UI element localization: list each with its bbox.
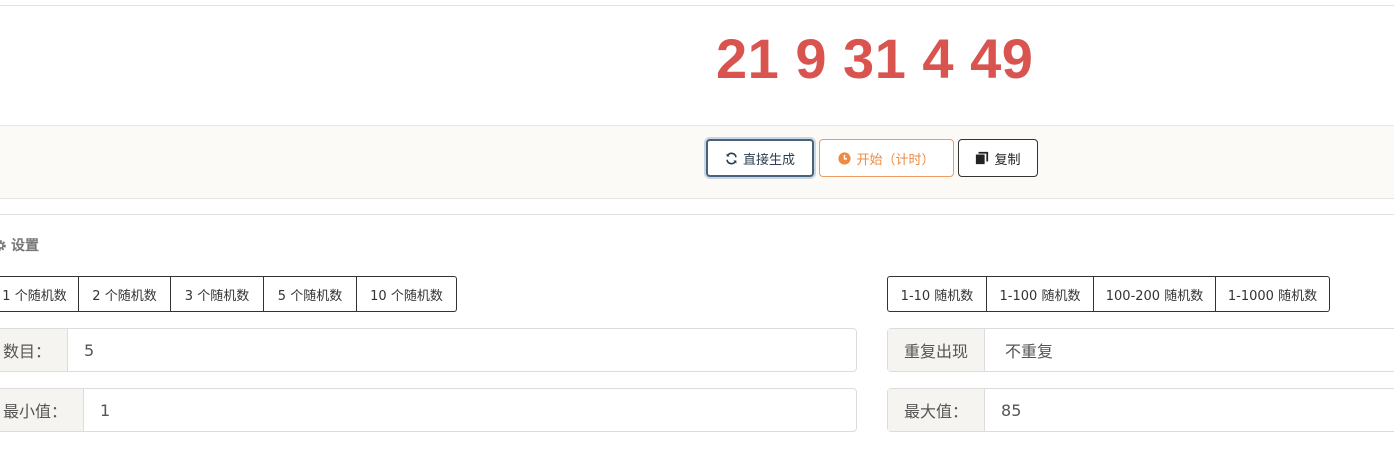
refresh-icon bbox=[725, 152, 738, 165]
repeat-select[interactable]: 不重复 bbox=[985, 329, 1394, 371]
copy-icon bbox=[975, 151, 989, 165]
max-field: 最大值： 85 bbox=[887, 388, 1394, 432]
max-label: 最大值： bbox=[888, 389, 986, 431]
max-input[interactable]: 85 bbox=[985, 389, 1394, 431]
count-label: 数目： bbox=[0, 329, 69, 371]
copy-button[interactable]: 复制 bbox=[958, 139, 1038, 177]
range-preset-group: 1-10 随机数 1-100 随机数 100-200 随机数 1-1000 随机… bbox=[887, 276, 1330, 312]
count-preset-5[interactable]: 5 个随机数 bbox=[264, 276, 357, 312]
range-preset-1-100[interactable]: 1-100 随机数 bbox=[987, 276, 1094, 312]
count-field: 数目： 5 bbox=[0, 328, 857, 372]
count-preset-10[interactable]: 10 个随机数 bbox=[357, 276, 457, 312]
min-label: 最小值： bbox=[0, 389, 85, 431]
range-preset-100-200[interactable]: 100-200 随机数 bbox=[1094, 276, 1216, 312]
range-preset-1-10[interactable]: 1-10 随机数 bbox=[887, 276, 987, 312]
count-preset-1[interactable]: 1 个随机数 bbox=[0, 276, 79, 312]
count-preset-2[interactable]: 2 个随机数 bbox=[79, 276, 171, 312]
gear-icon bbox=[0, 239, 7, 252]
action-toolbar: 直接生成 开始（计时） 复制 bbox=[0, 125, 1394, 199]
settings-heading: 设置 bbox=[0, 235, 39, 255]
min-input[interactable]: 1 bbox=[84, 389, 856, 431]
start-timer-button[interactable]: 开始（计时） bbox=[819, 139, 954, 177]
count-preset-3[interactable]: 3 个随机数 bbox=[171, 276, 264, 312]
count-preset-group: 1 个随机数 2 个随机数 3 个随机数 5 个随机数 10 个随机数 bbox=[0, 276, 457, 312]
random-number-page: 21 9 31 4 49 直接生成 开始（计时） 复制 设置 1 个随机数 2 … bbox=[0, 0, 1394, 460]
top-divider bbox=[0, 5, 1394, 6]
generate-button[interactable]: 直接生成 bbox=[706, 139, 814, 177]
generate-button-label: 直接生成 bbox=[742, 152, 795, 168]
copy-button-label: 复制 bbox=[994, 152, 1021, 168]
settings-title: 设置 bbox=[11, 238, 39, 254]
clock-icon bbox=[838, 151, 852, 165]
start-timer-label: 开始（计时） bbox=[856, 152, 935, 168]
count-input[interactable]: 5 bbox=[68, 329, 856, 371]
repeat-field: 重复出现 不重复 bbox=[887, 328, 1394, 372]
result-numbers: 21 9 31 4 49 bbox=[716, 27, 1034, 90]
repeat-label: 重复出现 bbox=[888, 329, 986, 371]
settings-divider bbox=[0, 214, 1394, 215]
range-preset-1-1000[interactable]: 1-1000 随机数 bbox=[1216, 276, 1330, 312]
min-field: 最小值： 1 bbox=[0, 388, 857, 432]
